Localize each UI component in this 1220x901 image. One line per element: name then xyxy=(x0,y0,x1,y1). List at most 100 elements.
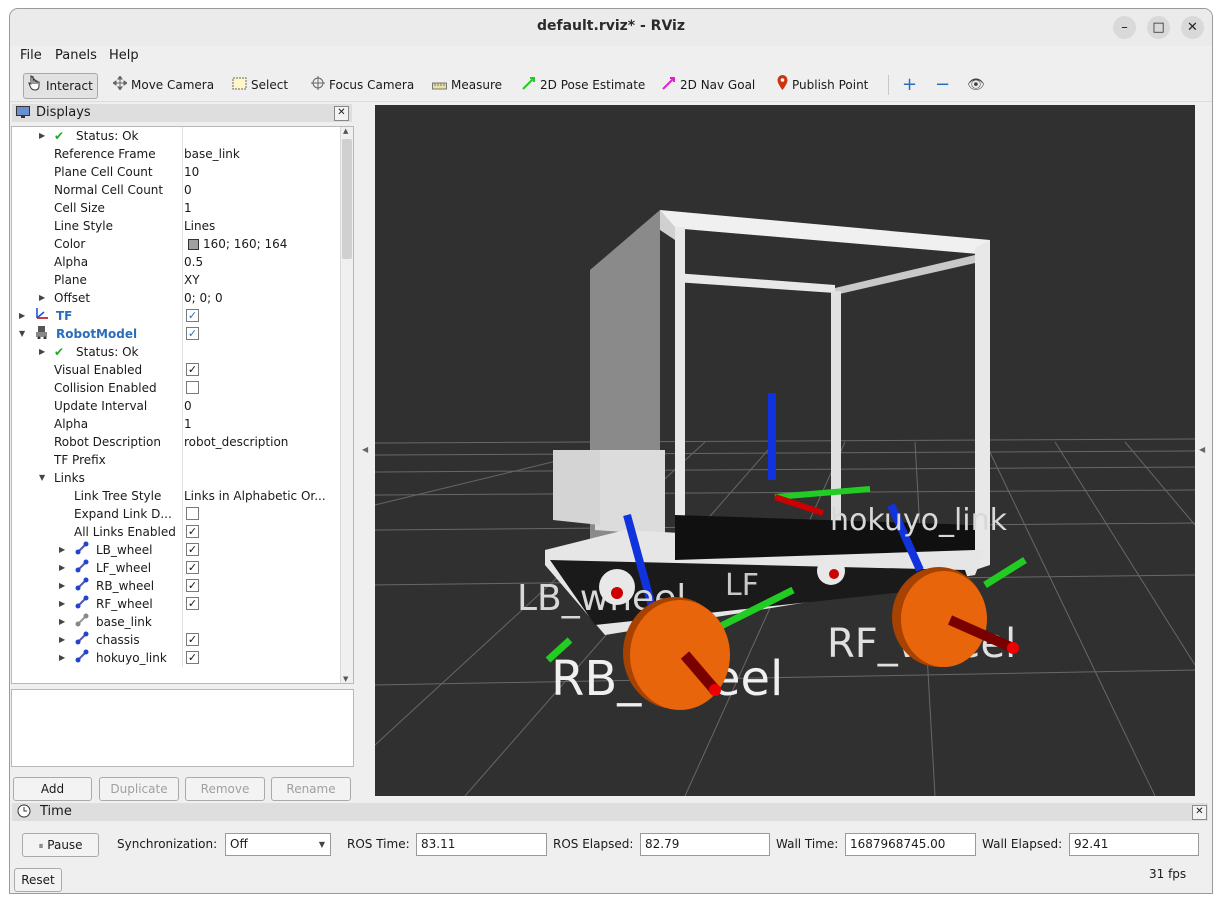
eye-icon[interactable]: 👁 xyxy=(967,73,985,97)
row-value[interactable]: 0.5 xyxy=(184,253,203,271)
reference-frame-row[interactable]: Reference Frame base_link xyxy=(12,145,342,163)
ros-time-field[interactable]: 83.11 xyxy=(416,833,547,856)
links-row[interactable]: ▼ Links xyxy=(12,469,342,487)
tool-bar: Interact Move Camera Select Focus Camera… xyxy=(10,69,1212,102)
offset-row[interactable]: ▶ Offset 0; 0; 0 xyxy=(12,289,342,307)
visual-enabled-checkbox[interactable]: ✓ xyxy=(186,363,199,376)
collision-enabled-checkbox[interactable] xyxy=(186,381,199,394)
link-row-rf-wheel[interactable]: ▶ RF_wheel ✓ xyxy=(12,595,342,613)
link-checkbox[interactable]: ✓ xyxy=(186,633,199,646)
menu-file[interactable]: File xyxy=(20,48,42,63)
move-camera-label: Move Camera xyxy=(131,78,215,92)
displays-scrollbar[interactable]: ▲ ▼ xyxy=(340,127,353,683)
scroll-up-icon[interactable]: ▲ xyxy=(343,127,348,135)
displays-close-icon[interactable]: ✕ xyxy=(334,106,349,121)
normal-cell-count-row[interactable]: Normal Cell Count 0 xyxy=(12,181,342,199)
expand-link-details-row[interactable]: Expand Link D... xyxy=(12,505,342,523)
duplicate-button[interactable]: Duplicate xyxy=(99,777,179,801)
link-row-chassis[interactable]: ▶ chassis ✓ xyxy=(12,631,342,649)
robotmodel-checkbox[interactable]: ✓ xyxy=(186,327,199,340)
row-value[interactable]: Links in Alphabetic Or... xyxy=(184,487,326,505)
menu-panels[interactable]: Panels xyxy=(55,48,97,63)
row-label: LB_wheel xyxy=(96,543,153,557)
scroll-down-icon[interactable]: ▼ xyxy=(343,675,348,683)
alpha-row[interactable]: Alpha 1 xyxy=(12,415,342,433)
link-row-lb-wheel[interactable]: ▶ LB_wheel ✓ xyxy=(12,541,342,559)
link-icon xyxy=(75,649,89,668)
row-value[interactable]: 1 xyxy=(184,199,192,217)
alpha-row[interactable]: Alpha 0.5 xyxy=(12,253,342,271)
row-value[interactable]: robot_description xyxy=(184,433,288,451)
render-viewport[interactable]: LB_wheel LF hokuyo_link RF_wheel RB_whee… xyxy=(375,105,1195,796)
measure-tool[interactable]: Measure xyxy=(432,73,502,97)
add-button[interactable]: Add xyxy=(13,777,92,801)
remove-tool-icon[interactable]: − xyxy=(935,73,950,97)
close-button[interactable]: ✕ xyxy=(1181,16,1204,39)
focus-camera-tool[interactable]: Focus Camera xyxy=(311,73,414,97)
minimize-button[interactable]: – xyxy=(1113,16,1136,39)
row-value[interactable]: Lines xyxy=(184,217,215,235)
robot-description-row[interactable]: Robot Description robot_description xyxy=(12,433,342,451)
line-style-row[interactable]: Line Style Lines xyxy=(12,217,342,235)
link-checkbox[interactable]: ✓ xyxy=(186,579,199,592)
interact-tool[interactable]: Interact xyxy=(23,73,98,99)
row-value[interactable]: 0 xyxy=(184,181,192,199)
plane-row[interactable]: Plane XY xyxy=(12,271,342,289)
pose-estimate-tool[interactable]: 2D Pose Estimate xyxy=(522,73,645,97)
link-checkbox[interactable]: ✓ xyxy=(186,561,199,574)
link-checkbox[interactable]: ✓ xyxy=(186,543,199,556)
link-row-base-link[interactable]: ▶ base_link xyxy=(12,613,342,631)
row-label: hokuyo_link xyxy=(96,651,167,665)
link-checkbox[interactable]: ✓ xyxy=(186,651,199,664)
move-camera-tool[interactable]: Move Camera xyxy=(112,73,215,97)
time-close-icon[interactable]: ✕ xyxy=(1192,805,1207,820)
left-splitter-handle-icon[interactable]: ◀ xyxy=(362,445,369,459)
menu-help[interactable]: Help xyxy=(109,48,139,63)
link-row-lf-wheel[interactable]: ▶ LF_wheel ✓ xyxy=(12,559,342,577)
link-row-rb-wheel[interactable]: ▶ RB_wheel ✓ xyxy=(12,577,342,595)
scrollbar-thumb[interactable] xyxy=(342,139,352,259)
robotmodel-display-row[interactable]: ▼ RobotModel ✓ xyxy=(12,325,342,343)
tf-checkbox[interactable]: ✓ xyxy=(186,309,199,322)
plane-cell-count-row[interactable]: Plane Cell Count 10 xyxy=(12,163,342,181)
add-tool-icon[interactable]: + xyxy=(902,73,917,97)
rename-button[interactable]: Rename xyxy=(271,777,351,801)
row-value[interactable]: 160; 160; 164 xyxy=(203,235,287,253)
collision-enabled-row[interactable]: Collision Enabled xyxy=(12,379,342,397)
wall-time-field[interactable]: 1687968745.00 xyxy=(845,833,976,856)
link-row-hokuyo-link[interactable]: ▶ hokuyo_link ✓ xyxy=(12,649,342,667)
expand-link-details-checkbox[interactable] xyxy=(186,507,199,520)
link-checkbox[interactable]: ✓ xyxy=(186,597,199,610)
ros-elapsed-field[interactable]: 82.79 xyxy=(640,833,770,856)
row-value[interactable]: 10 xyxy=(184,163,199,181)
tf-display-row[interactable]: ▶ TF ✓ xyxy=(12,307,342,325)
right-splitter-handle-icon[interactable]: ◀ xyxy=(1199,445,1206,459)
status-ok-row[interactable]: ▶ ✔ Status: Ok xyxy=(12,343,342,361)
wall-elapsed-field[interactable]: 92.41 xyxy=(1069,833,1199,856)
sync-dropdown[interactable]: Off ▼ xyxy=(225,833,331,856)
hokuyo-y-axis xyxy=(774,486,871,500)
select-tool[interactable]: Select xyxy=(232,73,288,97)
visual-enabled-row[interactable]: Visual Enabled ✓ xyxy=(12,361,342,379)
color-swatch[interactable] xyxy=(188,239,199,250)
update-interval-row[interactable]: Update Interval 0 xyxy=(12,397,342,415)
nav-goal-label: 2D Nav Goal xyxy=(680,78,756,92)
row-value[interactable]: 0 xyxy=(184,397,192,415)
tf-prefix-row[interactable]: TF Prefix xyxy=(12,451,342,469)
cell-size-row[interactable]: Cell Size 1 xyxy=(12,199,342,217)
remove-button[interactable]: Remove xyxy=(185,777,265,801)
row-value[interactable]: XY xyxy=(184,271,200,289)
link-tree-style-row[interactable]: Link Tree Style Links in Alphabetic Or... xyxy=(12,487,342,505)
maximize-button[interactable]: □ xyxy=(1147,16,1170,39)
status-ok-row[interactable]: ▶ ✔ Status: Ok xyxy=(12,127,342,145)
all-links-enabled-row[interactable]: All Links Enabled ✓ xyxy=(12,523,342,541)
nav-goal-tool[interactable]: 2D Nav Goal xyxy=(662,73,755,97)
all-links-enabled-checkbox[interactable]: ✓ xyxy=(186,525,199,538)
row-value[interactable]: base_link xyxy=(184,145,240,163)
reset-button[interactable]: Reset xyxy=(14,868,62,892)
publish-point-tool[interactable]: Publish Point xyxy=(777,73,868,97)
row-value[interactable]: 0; 0; 0 xyxy=(184,289,223,307)
row-value[interactable]: 1 xyxy=(184,415,192,433)
pause-button[interactable]: ⏸ Pause xyxy=(22,833,99,857)
color-row[interactable]: Color 160; 160; 164 xyxy=(12,235,342,253)
